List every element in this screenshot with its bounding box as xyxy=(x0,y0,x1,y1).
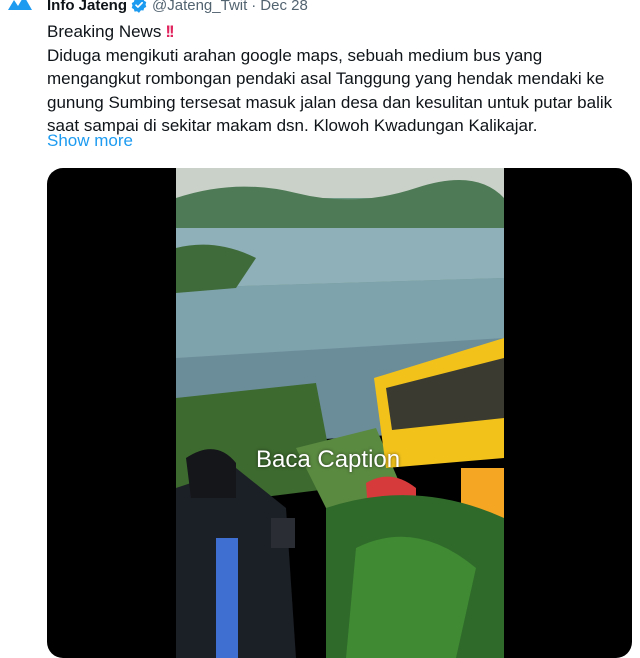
author-name[interactable]: Info Jateng xyxy=(47,0,127,14)
breaking-news-headline: Breaking News xyxy=(47,22,162,41)
verified-badge-icon xyxy=(130,0,148,14)
video-player[interactable]: Baca Caption xyxy=(47,168,632,658)
tweet-text: Breaking News!! Diduga mengikuti arahan … xyxy=(47,20,627,138)
show-more-link[interactable]: Show more xyxy=(47,131,133,151)
avatar[interactable] xyxy=(0,0,40,18)
video-overlay-caption: Baca Caption xyxy=(256,446,401,473)
info-jateng-logo xyxy=(0,0,40,18)
video-thumbnail xyxy=(176,168,504,658)
tweet-body: Diduga mengikuti arahan google maps, seb… xyxy=(47,45,613,136)
video-frame[interactable]: Baca Caption xyxy=(176,168,504,658)
separator-dot: · xyxy=(251,0,257,14)
double-exclamation-icon: !! xyxy=(165,22,174,41)
author-handle[interactable]: @Jateng_Twit xyxy=(152,0,247,14)
tweet-header: Info Jateng @Jateng_Twit · Dec 28 xyxy=(47,0,308,16)
tweet-date[interactable]: Dec 28 xyxy=(260,0,308,14)
